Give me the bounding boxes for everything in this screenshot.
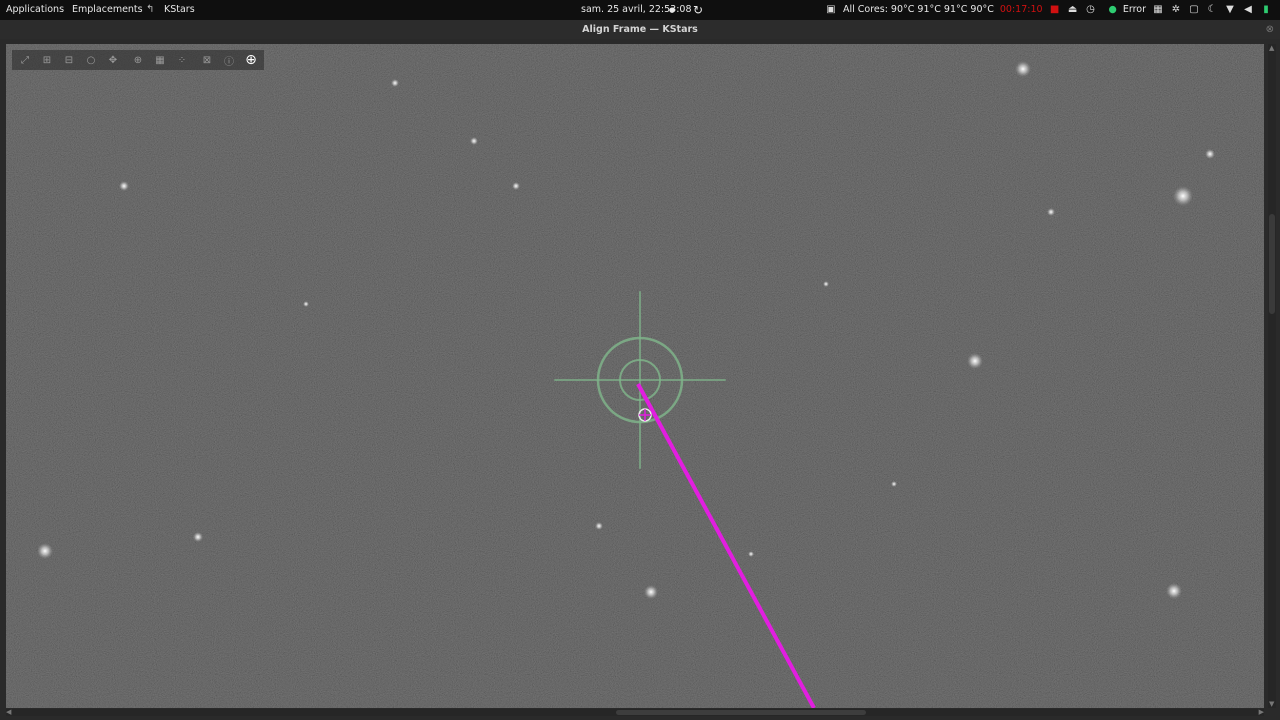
- star: [644, 585, 658, 599]
- star: [748, 551, 754, 557]
- clock-icon[interactable]: ◷: [1085, 0, 1097, 20]
- fits-image[interactable]: ⤢ ⊞ ⊟ ○ ✥ ⊕ ▦ ⁘ ⊠ ⓘ ⊕: [6, 44, 1264, 708]
- star: [1015, 61, 1031, 77]
- scroll-right-icon[interactable]: ▶: [1259, 708, 1264, 716]
- star: [1173, 186, 1193, 206]
- kstars-app-icon[interactable]: ↰: [146, 0, 154, 20]
- solution-marker-icon: [638, 408, 652, 422]
- pan-icon[interactable]: ✥: [103, 50, 123, 70]
- window-titlebar[interactable]: Align Frame — KStars ⊗: [0, 20, 1280, 39]
- vertical-scrollbar[interactable]: ▲ ▼: [1268, 44, 1276, 708]
- target-icon[interactable]: ⊕: [241, 50, 261, 70]
- image-toolbar: ⤢ ⊞ ⊟ ○ ✥ ⊕ ▦ ⁘ ⊠ ⓘ ⊕: [12, 50, 264, 70]
- crosshair-icon[interactable]: ⊕: [128, 50, 148, 70]
- vertical-scroll-thumb[interactable]: [1269, 214, 1275, 314]
- info-icon[interactable]: ⓘ: [219, 50, 239, 70]
- scroll-up-icon[interactable]: ▲: [1269, 44, 1274, 52]
- star: [470, 137, 478, 145]
- error-indicator[interactable]: ● Error: [1103, 0, 1146, 20]
- close-icon[interactable]: ⊗: [1266, 20, 1274, 39]
- zoom-in-icon[interactable]: ⊞: [37, 50, 57, 70]
- star: [967, 353, 983, 369]
- timer-icon[interactable]: ■: [1049, 0, 1061, 20]
- scroll-left-icon[interactable]: ◀: [6, 708, 11, 716]
- star: [595, 522, 603, 530]
- star: [1166, 583, 1182, 599]
- star: [512, 182, 520, 190]
- battery-icon[interactable]: ▮: [1260, 0, 1272, 20]
- star: [823, 281, 829, 287]
- error-label: Error: [1122, 4, 1146, 15]
- settings-icon[interactable]: ✲: [1170, 0, 1182, 20]
- cpu-icon[interactable]: ▣: [825, 0, 837, 20]
- star: [1205, 149, 1215, 159]
- workspace-icon[interactable]: ▦: [1152, 0, 1164, 20]
- timer-text[interactable]: 00:17:10: [1000, 0, 1043, 20]
- grid-icon[interactable]: ▦: [150, 50, 170, 70]
- star: [891, 481, 897, 487]
- applications-menu[interactable]: Applications: [6, 0, 64, 20]
- star: [1047, 208, 1055, 216]
- night-mode-icon[interactable]: ☾: [1206, 0, 1218, 20]
- eject-icon[interactable]: ⏏: [1067, 0, 1079, 20]
- volume-icon[interactable]: ◀: [1242, 0, 1254, 20]
- places-menu[interactable]: Emplacements: [72, 0, 143, 20]
- star: [37, 543, 53, 559]
- object-detect-icon[interactable]: ⊠: [197, 50, 217, 70]
- star: [391, 79, 399, 87]
- top-panel: Applications Emplacements ↰ KStars sam. …: [0, 0, 1280, 20]
- star-image: [6, 44, 1264, 708]
- star: [119, 181, 129, 191]
- horizontal-scroll-thumb[interactable]: [616, 710, 866, 715]
- zoom-fit-icon[interactable]: ⤢: [15, 50, 35, 70]
- star: [193, 532, 203, 542]
- align-frame-view: ⤢ ⊞ ⊟ ○ ✥ ⊕ ▦ ⁘ ⊠ ⓘ ⊕ ▲ ▼ ◀ ▶: [0, 39, 1280, 720]
- clock-indicator: ●: [669, 6, 676, 14]
- status-dot-icon: ●: [1108, 4, 1117, 15]
- system-tray: ▣ All Cores: 90°C 91°C 91°C 90°C 00:17:1…: [819, 0, 1272, 20]
- star: [303, 301, 309, 307]
- cpu-temperature[interactable]: All Cores: 90°C 91°C 91°C 90°C: [843, 0, 994, 20]
- screen-icon[interactable]: ▢: [1188, 0, 1200, 20]
- refresh-icon[interactable]: ↻: [693, 0, 703, 20]
- horizontal-scrollbar[interactable]: ◀ ▶: [6, 708, 1264, 716]
- zoom-out-icon[interactable]: ⊟: [59, 50, 79, 70]
- active-app-menu[interactable]: KStars: [164, 0, 195, 20]
- zoom-original-icon[interactable]: ○: [81, 50, 101, 70]
- window-title: Align Frame — KStars: [582, 24, 698, 35]
- wifi-icon[interactable]: ▼: [1224, 0, 1236, 20]
- scroll-down-icon[interactable]: ▼: [1269, 700, 1274, 708]
- stars-icon[interactable]: ⁘: [172, 50, 192, 70]
